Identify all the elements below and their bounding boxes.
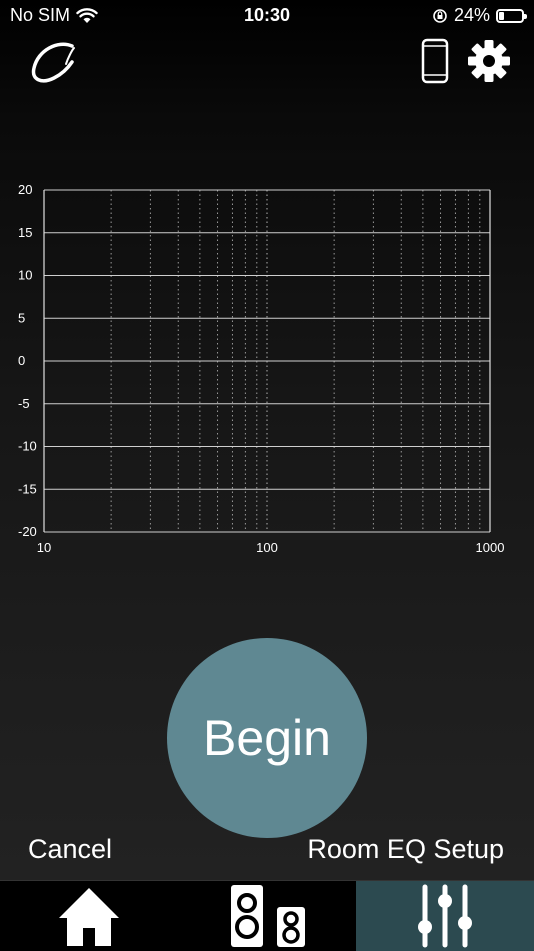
tab-home[interactable]: [0, 881, 178, 951]
screen-title: Room EQ Setup: [307, 834, 504, 864]
y-tick-label: -5: [18, 396, 30, 411]
battery-percent: 24%: [453, 5, 490, 25]
tab-bar: [0, 880, 534, 951]
tab-speakers[interactable]: [178, 881, 356, 951]
begin-button[interactable]: Begin: [167, 638, 367, 838]
tab-eq[interactable]: [356, 881, 534, 951]
y-tick-label: -10: [18, 439, 37, 454]
speakers-icon: [231, 885, 305, 947]
home-icon: [59, 888, 119, 946]
battery-icon: [496, 8, 527, 23]
status-bar: No SIM 10:30 24%: [0, 0, 534, 32]
phone-device-icon: [421, 38, 449, 84]
y-tick-label: 20: [18, 182, 32, 197]
status-right: 24%: [432, 5, 527, 26]
graph-axis-labels: 20151050-5-10-15-2010 100 1000: [18, 182, 504, 555]
gear-icon: [468, 40, 510, 82]
y-tick-label: 0: [18, 353, 25, 368]
y-tick-label: -15: [18, 481, 37, 496]
settings-button[interactable]: [466, 38, 512, 84]
x-tick-label: 10: [37, 540, 51, 555]
orientation-lock-icon: [433, 8, 447, 23]
device-button[interactable]: [418, 38, 452, 84]
y-tick-label: 10: [18, 268, 32, 283]
x-tick-label: 100: [256, 540, 278, 555]
script-c-logo-icon: [31, 42, 75, 83]
eq-response-graph: 20151050-5-10-15-2010 100 1000: [18, 182, 504, 555]
y-tick-label: -20: [18, 524, 37, 539]
graph-grid: [43, 189, 491, 533]
battery-fill: [499, 11, 504, 20]
cancel-button[interactable]: Cancel: [28, 834, 112, 865]
y-tick-label: 5: [18, 310, 25, 325]
eq-sliders-icon: [418, 884, 472, 948]
y-tick-label: 15: [18, 225, 32, 240]
x-tick-label: 1000: [476, 540, 505, 555]
